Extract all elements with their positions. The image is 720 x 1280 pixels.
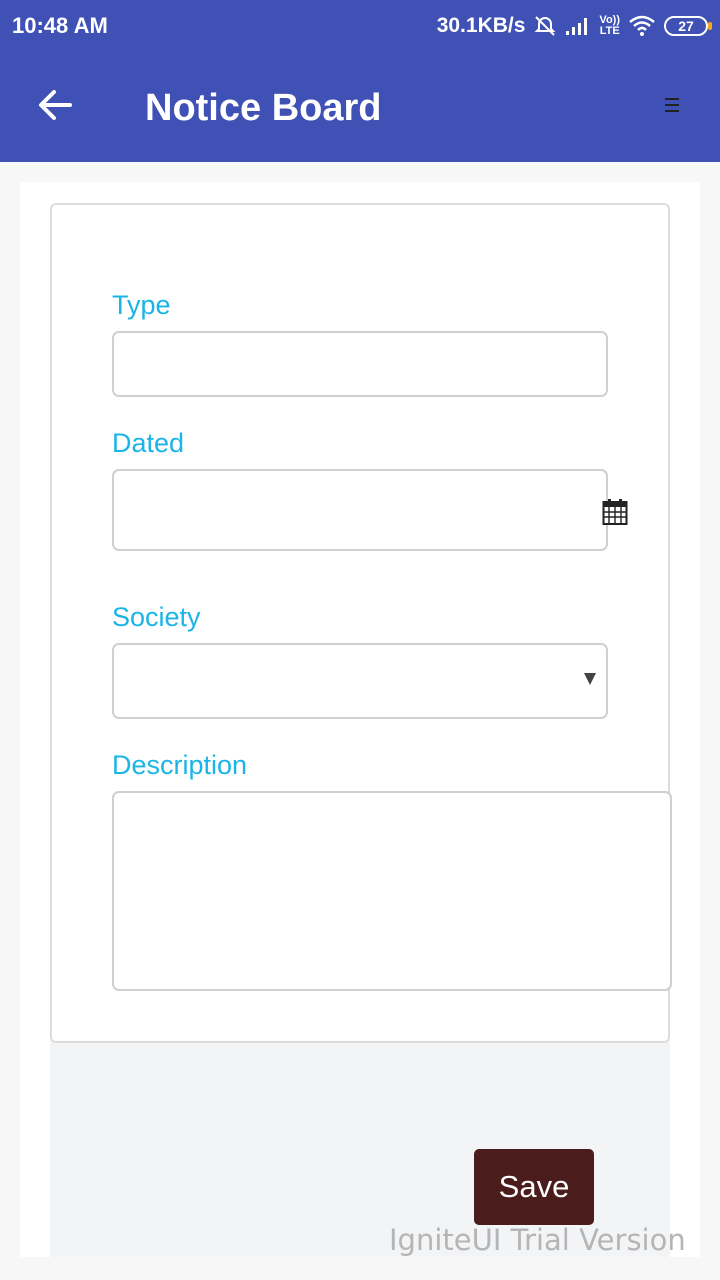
status-time: 10:48 AM xyxy=(12,13,108,38)
page-title: Notice Board xyxy=(145,87,382,129)
arrow-left-icon xyxy=(39,90,72,120)
type-label: Type xyxy=(112,290,171,320)
lte-text: LTE xyxy=(599,25,620,37)
back-button[interactable] xyxy=(30,80,80,130)
description-field[interactable] xyxy=(112,791,672,991)
alarm-off-icon xyxy=(533,14,557,38)
chevron-down-icon xyxy=(584,673,596,685)
hamburger-menu-icon xyxy=(665,98,679,100)
description-label: Description xyxy=(112,750,248,780)
app-bar: Notice Board xyxy=(0,52,720,162)
menu-button[interactable] xyxy=(660,94,684,118)
save-button[interactable]: Save xyxy=(474,1149,594,1225)
status-bar: 10:48 AM 30.1KB/s Vo)) LTE 27 xyxy=(0,0,720,52)
volte-icon: Vo)) LTE xyxy=(599,15,620,37)
network-speed: 30.1KB/s xyxy=(436,14,526,37)
dated-label: Dated xyxy=(112,428,185,458)
battery-icon: 27 xyxy=(664,16,712,36)
description-textarea[interactable] xyxy=(114,793,670,989)
battery-level: 27 xyxy=(678,18,694,34)
type-input[interactable] xyxy=(114,333,606,395)
dated-field[interactable] xyxy=(112,469,608,551)
status-icons: 30.1KB/s Vo)) LTE 27 xyxy=(436,12,712,40)
battery-tip xyxy=(708,22,712,30)
wifi-icon xyxy=(628,15,656,37)
dated-input[interactable] xyxy=(114,471,606,549)
calendar-icon[interactable] xyxy=(602,498,628,526)
signal-icon xyxy=(565,16,591,36)
society-select[interactable] xyxy=(112,643,608,719)
trial-watermark: IgniteUI Trial Version xyxy=(389,1223,686,1257)
society-label: Society xyxy=(112,602,201,632)
type-field[interactable] xyxy=(112,331,608,397)
